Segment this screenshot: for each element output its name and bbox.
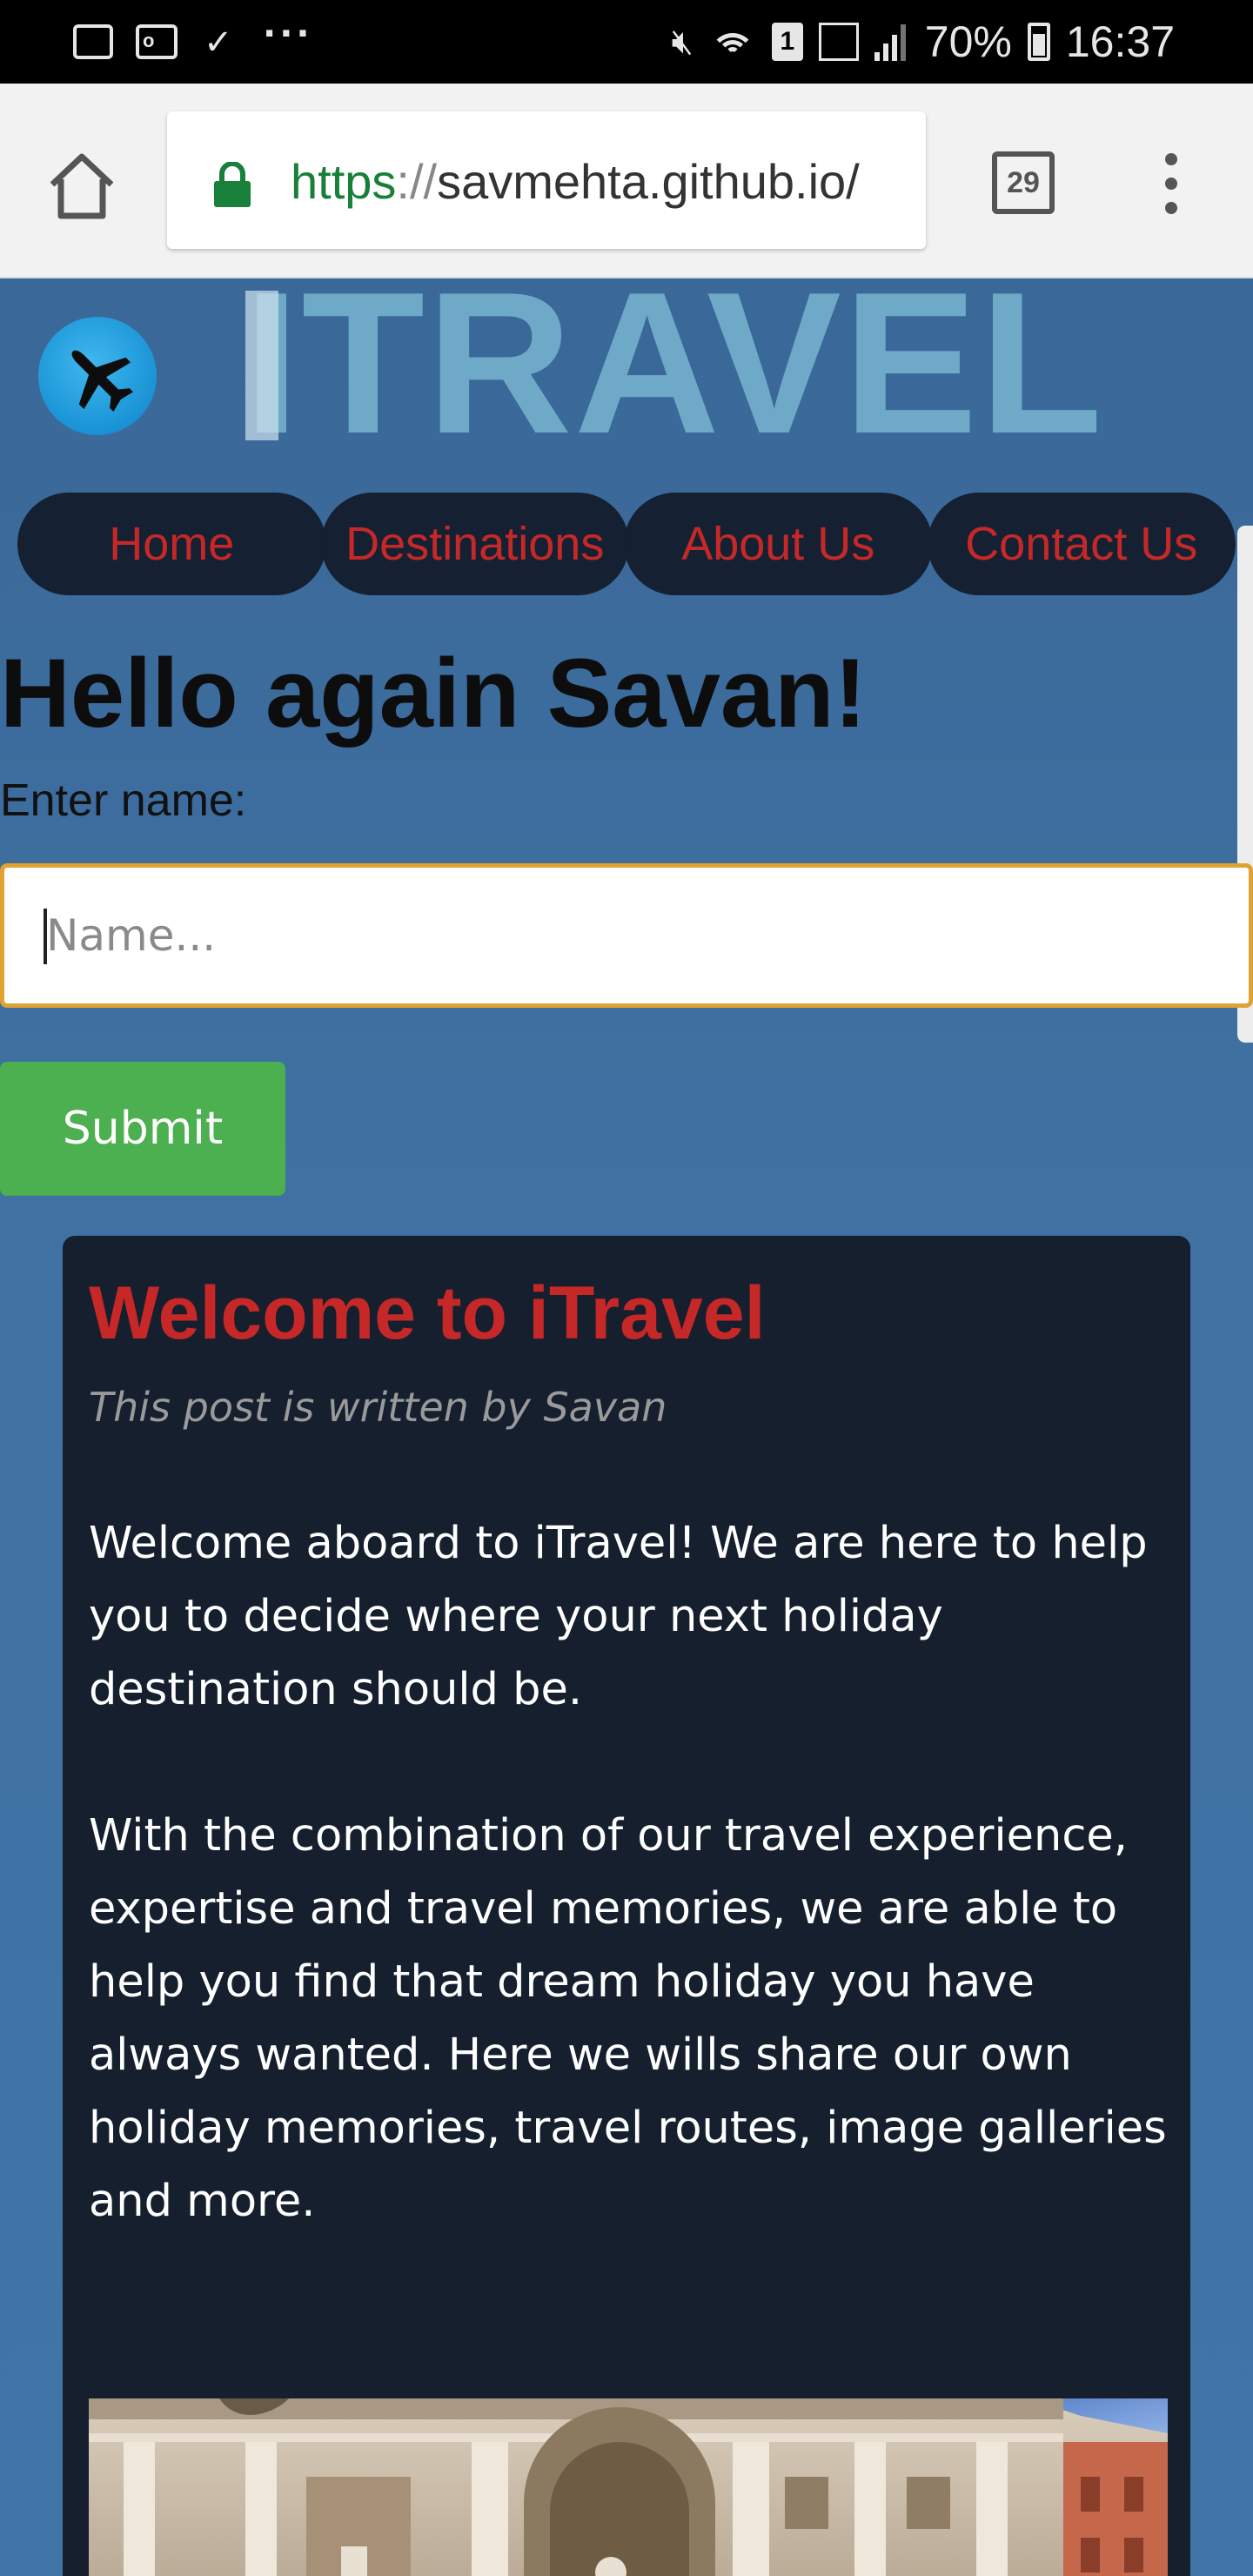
outlook-icon xyxy=(136,24,178,59)
site-logo[interactable] xyxy=(38,317,157,435)
nav-about-us[interactable]: About Us xyxy=(624,493,933,595)
post-title: Welcome to iTravel xyxy=(89,1271,766,1355)
lock-icon xyxy=(214,162,251,207)
url-scheme: https xyxy=(291,154,397,209)
greeting-heading: Hello again Savan! xyxy=(0,639,867,748)
post-body: Welcome aboard to iTravel! We are here t… xyxy=(89,1507,1176,2311)
wifi-icon xyxy=(709,23,756,61)
notification-icons: ··· xyxy=(73,14,313,64)
system-icons: 🔇︎ 1 70% 16:37 xyxy=(672,16,1175,68)
nav-home[interactable]: Home xyxy=(17,493,326,595)
clock: 16:37 xyxy=(1065,17,1175,66)
home-icon[interactable] xyxy=(45,150,118,223)
post-author: This post is written by Savan xyxy=(89,1384,667,1431)
battery-percent: 70% xyxy=(924,17,1012,66)
url-text: https://savmehta.github.io/ xyxy=(291,153,860,210)
airplane-icon xyxy=(71,350,134,413)
nav-destinations[interactable]: Destinations xyxy=(320,493,629,595)
sim-indicator: 1 xyxy=(771,23,803,61)
trevi-fountain-image xyxy=(89,2398,1168,2576)
battery-icon xyxy=(1027,23,1050,61)
mute-icon: 🔇︎ xyxy=(671,22,694,62)
url-host: savmehta.github.io/ xyxy=(437,154,860,209)
post-paragraph: With the combination of our travel exper… xyxy=(89,1810,1167,2227)
tasks-icon xyxy=(200,23,240,63)
nav-contact-us[interactable]: Contact Us xyxy=(927,493,1236,595)
more-dots-icon: ··· xyxy=(263,14,313,54)
address-bar[interactable]: https://savmehta.github.io/ xyxy=(167,111,926,249)
post-paragraph: Welcome aboard to iTravel! We are here t… xyxy=(89,1518,1148,1715)
overflow-menu-icon[interactable] xyxy=(1152,150,1190,223)
browser-toolbar: https://savmehta.github.io/ 29 xyxy=(0,84,1253,278)
url-separator: :// xyxy=(396,154,438,209)
blog-post: Welcome to iTravel This post is written … xyxy=(63,1236,1190,2576)
text-cursor xyxy=(44,909,47,964)
signal-bars-icon xyxy=(874,23,909,61)
tab-switcher-button[interactable]: 29 xyxy=(992,151,1055,214)
main-nav: Home Destinations About Us Contact Us xyxy=(17,493,1236,595)
signal-sim1-icon xyxy=(818,23,859,61)
submit-button[interactable]: Submit xyxy=(0,1062,285,1196)
web-page: ITRAVEL Home Destinations About Us Conta… xyxy=(0,263,1253,2576)
status-bar: ··· 🔇︎ 1 70% 16:37 xyxy=(0,0,1253,84)
name-label: Enter name: xyxy=(0,775,247,826)
site-brand: ITRAVEL xyxy=(244,251,1105,476)
gallery-icon xyxy=(73,24,113,59)
name-input[interactable] xyxy=(0,863,1253,1008)
